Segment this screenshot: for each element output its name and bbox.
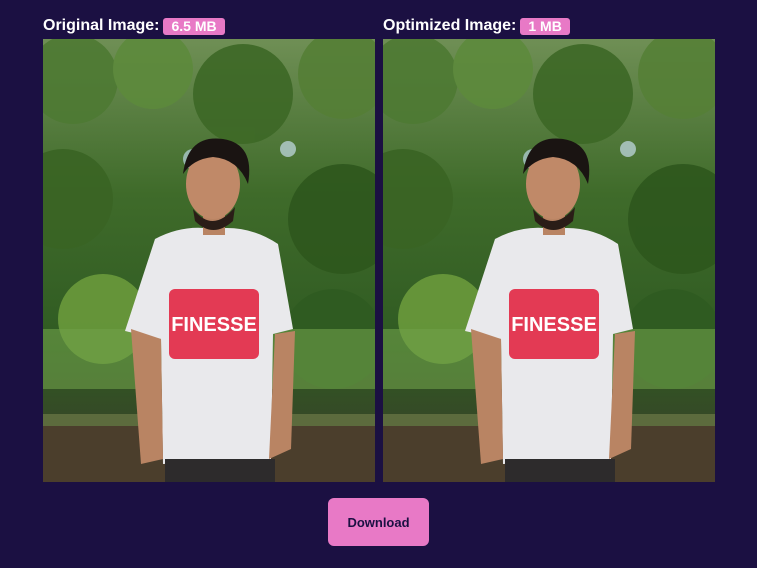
optimized-size-badge: 1 MB: [520, 17, 570, 35]
original-image-panel: Original Image: 6.5 MB FINESSE: [43, 16, 375, 482]
optimized-image: FINESSE: [383, 39, 715, 482]
original-size-badge: 6.5 MB: [163, 17, 225, 35]
download-button[interactable]: Download: [328, 498, 429, 546]
original-image-title: Original Image:: [43, 17, 160, 34]
optimized-shirt-text: FINESSE: [511, 314, 597, 336]
original-shirt-text: FINESSE: [171, 314, 257, 336]
original-image-caption: Original Image: 6.5 MB: [43, 16, 375, 36]
optimized-image-panel: Optimized Image: 1 MB FINESSE: [383, 16, 715, 482]
optimized-image-caption: Optimized Image: 1 MB: [383, 16, 715, 36]
optimized-image-title: Optimized Image:: [383, 17, 517, 34]
image-compare-page: Original Image: 6.5 MB FINESSE Optimized…: [0, 0, 757, 568]
original-image: FINESSE: [43, 39, 375, 482]
